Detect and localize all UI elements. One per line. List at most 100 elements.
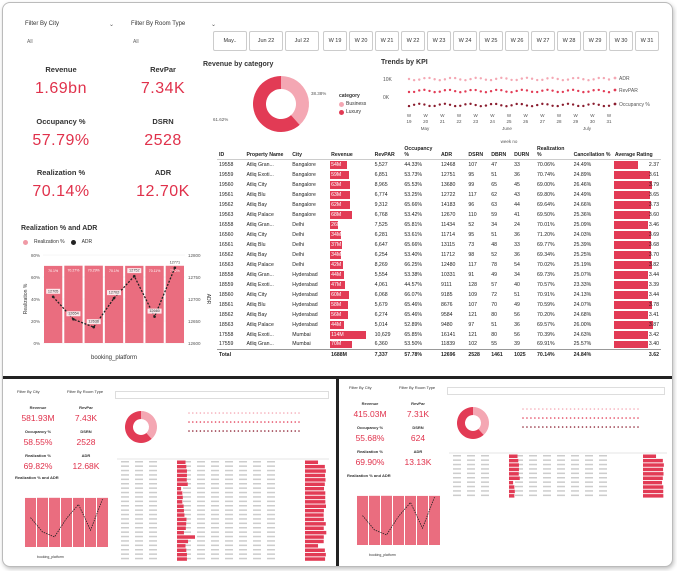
thumb-table-text	[211, 483, 219, 485]
table-cell: 53.61%	[404, 231, 422, 238]
trend-point	[418, 89, 421, 92]
table-row[interactable]: 19559 Atliq Exoti... Bangalore 59M 6,851 53.7…	[217, 170, 661, 180]
week-slicer-item[interactable]: W 28	[557, 31, 581, 51]
week-slicer-item[interactable]: W 24	[453, 31, 477, 51]
room-filter[interactable]: Filter By Room Type ⌄ All	[131, 21, 221, 51]
table-cell: 18559	[219, 281, 234, 288]
table-cell: 117	[468, 191, 477, 198]
table-header-cell[interactable]: ID	[217, 145, 245, 160]
month-slicer-item[interactable]: Jun 22	[249, 31, 283, 51]
table-header-cell[interactable]: City	[290, 145, 330, 160]
table-cell: 62M	[329, 200, 372, 210]
week-slicer-item[interactable]: W 19	[323, 31, 347, 51]
thumb-table-text	[453, 481, 461, 483]
table-row[interactable]: 19563 Atliq Palace Bangalore 68M 6,768 53.42%…	[217, 210, 661, 220]
week-slicer-item[interactable]: W 29	[583, 31, 607, 51]
thumb-filter-room[interactable]: Filter By Room Type	[399, 385, 435, 390]
thumb-table-text	[135, 509, 143, 511]
table-row[interactable]: 18559 Atliq Exoti... Hyderabad 47M 4,061 44.5…	[217, 280, 661, 290]
trend-point	[530, 77, 534, 80]
table-row[interactable]: 19562 Atliq Bay Bangalore 62M 9,312 65.66% 141…	[217, 200, 661, 210]
table-header-cell[interactable]: Cancellation %	[571, 145, 613, 160]
table-cell: 3.68	[613, 240, 661, 250]
table-row[interactable]: 19558 Atliq Gran... Bangalore 54M 5,527 44.33…	[217, 160, 661, 170]
trend-point	[515, 78, 518, 82]
thumb-bar	[37, 497, 48, 547]
table-row[interactable]: 19561 Atliq Blu Bangalore 63M 6,774 53.25% 127…	[217, 190, 661, 200]
thumb-table-text	[211, 544, 219, 547]
month-slicer-item[interactable]: May..	[213, 31, 247, 51]
table-cell: Delhi	[292, 251, 305, 258]
week-slicer-item[interactable]: W 27	[531, 31, 555, 51]
table-row[interactable]: 18563 Atliq Palace Hyderabad 44M 5,014 52.89%…	[217, 320, 661, 330]
week-slicer-item[interactable]: W 30	[609, 31, 633, 51]
table-row[interactable]: 18558 Atliq Gran... Hyderabad 44M 5,554 53.38…	[217, 270, 661, 280]
thumb-table-text	[197, 553, 205, 555]
thumb-table-text	[225, 540, 233, 542]
table-header-cell[interactable]: DBRN	[489, 145, 513, 160]
city-filter[interactable]: Filter By City ⌄ All	[25, 21, 117, 51]
table-header-cell[interactable]: Occupancy %	[402, 145, 439, 160]
table-cell: 24.63%	[573, 331, 592, 338]
table-row[interactable]: 16562 Atliq Bay Delhi 34M 6,254 53.40% 11712 98…	[217, 250, 661, 260]
thumb-filter-city[interactable]: Filter By City	[349, 385, 372, 390]
thumb-trend-point	[256, 421, 259, 423]
thumb-bar	[393, 495, 404, 545]
trend-point	[474, 103, 477, 107]
thumb-table-text	[149, 557, 157, 560]
table-cell: 6,360	[374, 341, 388, 348]
thumb-table-text	[481, 472, 489, 475]
thumb-filter-room[interactable]: Filter By Room Type	[67, 389, 103, 394]
adr-data-label: 12702	[109, 291, 120, 295]
week-slicer-item[interactable]: W 21	[375, 31, 399, 51]
thumb-trend-point	[191, 421, 194, 423]
table-header-cell[interactable]: ADR	[438, 145, 467, 160]
thumb-rating-bar	[305, 495, 326, 500]
table-header-cell[interactable]: Average Rating	[612, 145, 661, 160]
trend-x-tick: 28	[556, 119, 562, 124]
table-cell: 3.44	[613, 270, 661, 280]
week-slicer-item[interactable]: W 20	[349, 31, 373, 51]
table-row[interactable]: 18561 Atliq Blu Hyderabad 58M 5,679 65.46% 867…	[217, 300, 661, 310]
thumb-table-text	[135, 487, 143, 489]
table-cell: 3.73	[613, 200, 661, 210]
table-cell-text: 3.87	[648, 321, 659, 328]
week-slicer-item[interactable]: W 25	[479, 31, 503, 51]
table-cell: 109	[468, 291, 478, 298]
table-row[interactable]: 18560 Atliq City Hyderabad 60M 6,068 66.07% 91…	[217, 290, 661, 300]
table-row[interactable]: 19560 Atliq City Bangalore 63M 8,965 65.53% 13…	[217, 180, 661, 190]
trend-point	[407, 90, 411, 94]
table-row[interactable]: 17559 Atliq Gran... Mumbai 70M 6,360 53.50% 11…	[217, 340, 661, 350]
thumb-table-text	[253, 500, 261, 503]
table-header-cell[interactable]: DSRN	[466, 145, 490, 160]
thumb-trend-point	[609, 417, 612, 419]
table-header-cell[interactable]: Revenue	[329, 145, 373, 160]
thumb-revenue-bar	[177, 548, 187, 552]
week-slicer-item[interactable]: W 22	[401, 31, 425, 51]
thumb-table-text	[183, 491, 191, 494]
week-slicer-item[interactable]: W 23	[427, 31, 451, 51]
table-header-cell[interactable]: DURN	[512, 145, 536, 160]
table-total-cell: 7,337	[372, 349, 403, 360]
table-total-cell: 1025	[512, 349, 536, 360]
week-slicer-item[interactable]: W 31	[635, 31, 659, 51]
table-row[interactable]: 16558 Atliq Gran... Delhi 26M 7,525 65.81% 114…	[217, 220, 661, 230]
thumb-kpi-value: 69.90%	[355, 457, 385, 467]
table-row[interactable]: 16560 Atliq City Delhi 34M 6,281 53.61% 11714 9…	[217, 230, 661, 240]
table-row[interactable]: 18562 Atliq Bay Hyderabad 56M 6,274 65.46% 958…	[217, 310, 661, 320]
month-slicer-item[interactable]: Jul 22	[285, 31, 319, 51]
thumb-filter-city[interactable]: Filter By City	[17, 389, 40, 394]
thumb-table-text	[481, 494, 489, 497]
adr-data-label: 12636	[88, 320, 99, 324]
thumb-table-text	[149, 500, 157, 503]
thumb-trend-point	[188, 421, 190, 423]
table-row[interactable]: 16561 Atliq Blu Delhi 37M 6,647 65.66% 13115 73…	[217, 240, 661, 250]
table-row[interactable]: 16563 Atliq Palace Delhi 42M 8,269 66.25% 1248…	[217, 260, 661, 270]
thumb-table-text	[481, 481, 489, 483]
table-header-cell[interactable]: Realization %	[535, 145, 572, 160]
week-slicer-item[interactable]: W 26	[505, 31, 529, 51]
table-header-cell[interactable]: Property Name	[244, 145, 291, 160]
table-row[interactable]: 17558 Atliq Exoti... Mumbai 114M 10,629 65.85…	[217, 330, 661, 340]
table-header-cell[interactable]: RevPAR	[372, 145, 403, 160]
table-cell: 36	[514, 251, 520, 258]
